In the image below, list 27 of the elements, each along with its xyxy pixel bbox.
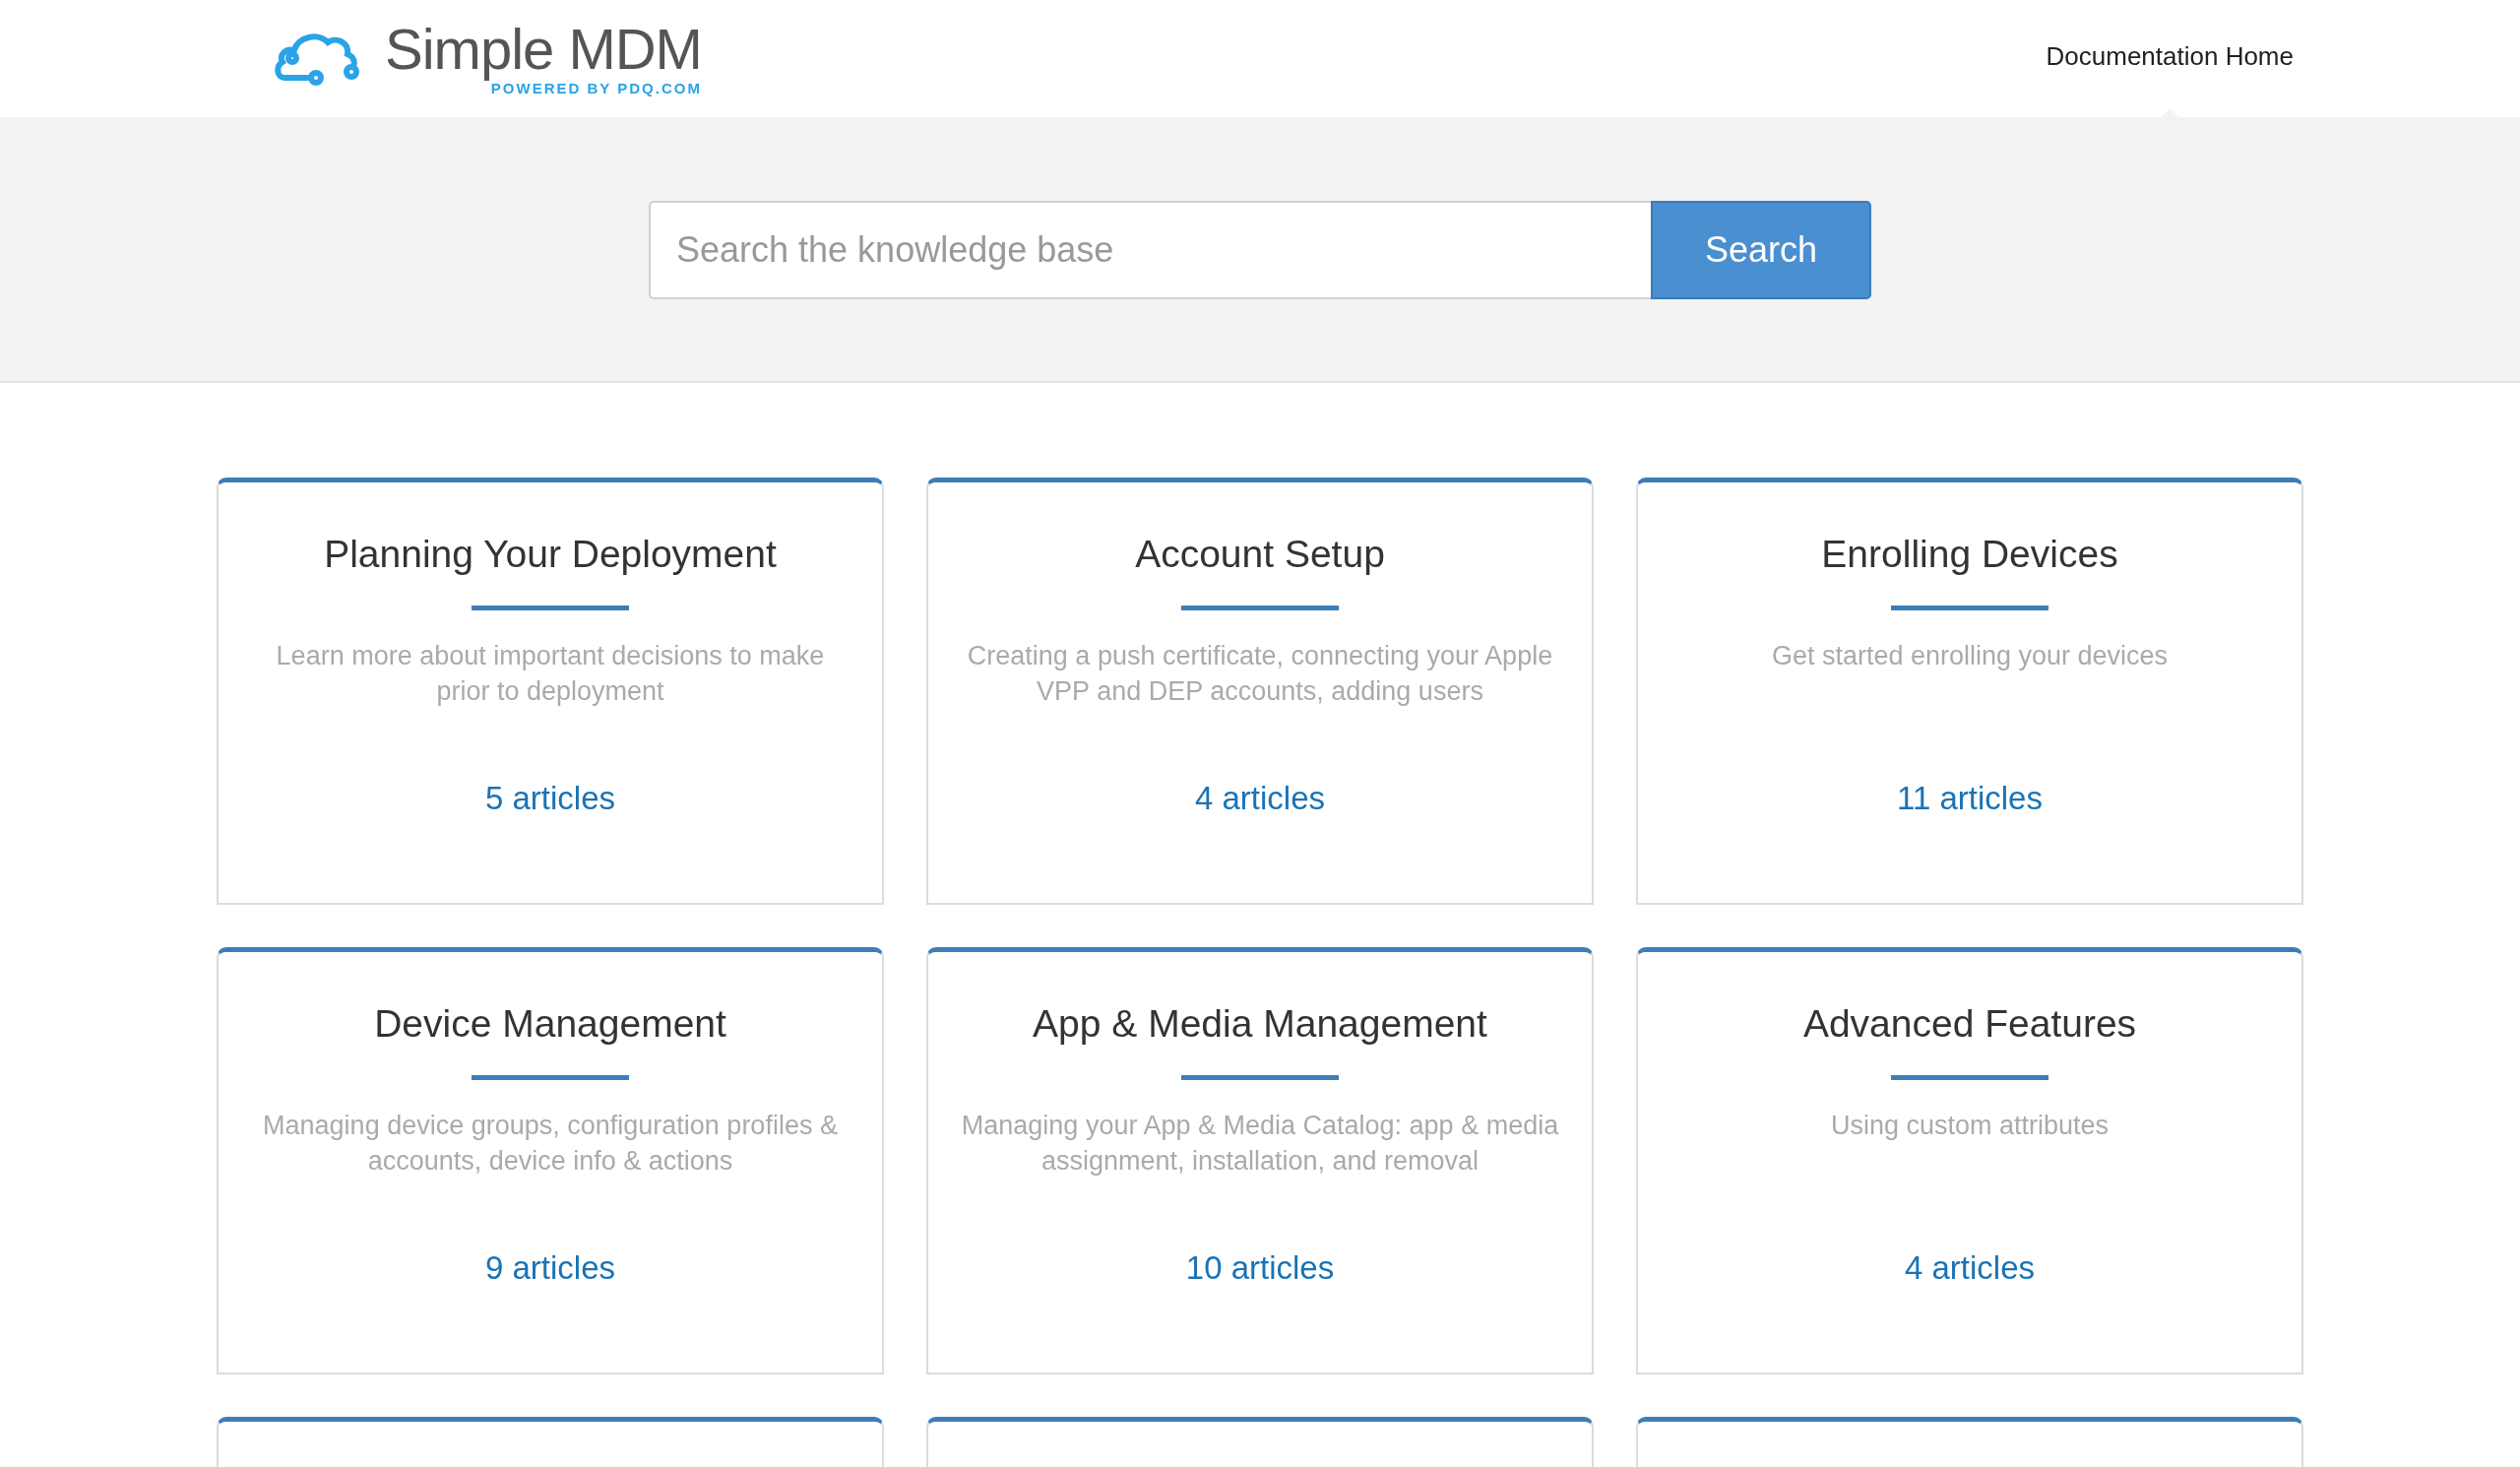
category-title: App & Media Management: [1033, 1001, 1487, 1047]
article-count-link[interactable]: 5 articles: [484, 779, 616, 817]
category-title: Device Management: [374, 1001, 726, 1047]
category-description: Get started enrolling your devices: [1771, 639, 2169, 672]
category-title: Planning Your Deployment: [324, 532, 777, 577]
category-title: Advanced Features: [1802, 1001, 2137, 1047]
category-title: Account Setup: [1135, 532, 1385, 577]
category-description: Managing your App & Media Catalog: app & media assignment, installation, and removal: [960, 1109, 1560, 1179]
category-description: Managing device groups, configuration profiles & accounts, device info & actions: [262, 1109, 839, 1179]
article-count-link[interactable]: 4 articles: [1194, 779, 1326, 817]
article-count-link[interactable]: 4 articles: [1904, 1248, 2036, 1287]
category-title: Enrolling Devices: [1821, 532, 2118, 577]
category-description: Learn more about important decisions to make prior to deployment: [275, 639, 826, 709]
article-count-link[interactable]: 9 articles: [484, 1248, 616, 1287]
category-card[interactable]: Advanced Features Using custom attributes 4 articles: [1636, 947, 2303, 1374]
category-card[interactable]: Account Setup Creating a push certificate, connecting your Apple VPP and DEP accounts, adding users 4 articles: [926, 478, 1594, 905]
article-count-link[interactable]: 10 articles: [1185, 1248, 1335, 1287]
logo-tagline: POWERED BY PDQ.COM: [490, 80, 702, 96]
category-description: Creating a push certificate, connecting your Apple VPP and DEP accounts, adding users: [966, 639, 1554, 709]
article-count-link[interactable]: 11 articles: [1897, 779, 2043, 817]
search-field[interactable]: Search the knowledge base: [649, 201, 1651, 299]
category-card[interactable]: Device Management Managing device groups, configuration profiles & accounts, device info & actions 9 articles: [217, 947, 884, 1374]
category-card[interactable]: App & Media Management Managing your App & Media Catalog: app & media assignment, installation, and removal 10 articles: [926, 947, 1594, 1374]
category-description: Using custom attributes: [1830, 1109, 2110, 1142]
category-card[interactable]: Planning Your Deployment Learn more about important decisions to make prior to deployment 5 articles: [217, 478, 884, 905]
nav-link[interactable]: Documentation Home: [2046, 0, 2294, 117]
category-card[interactable]: Enrolling Devices Get started enrolling your devices 11 articles: [1636, 478, 2303, 905]
